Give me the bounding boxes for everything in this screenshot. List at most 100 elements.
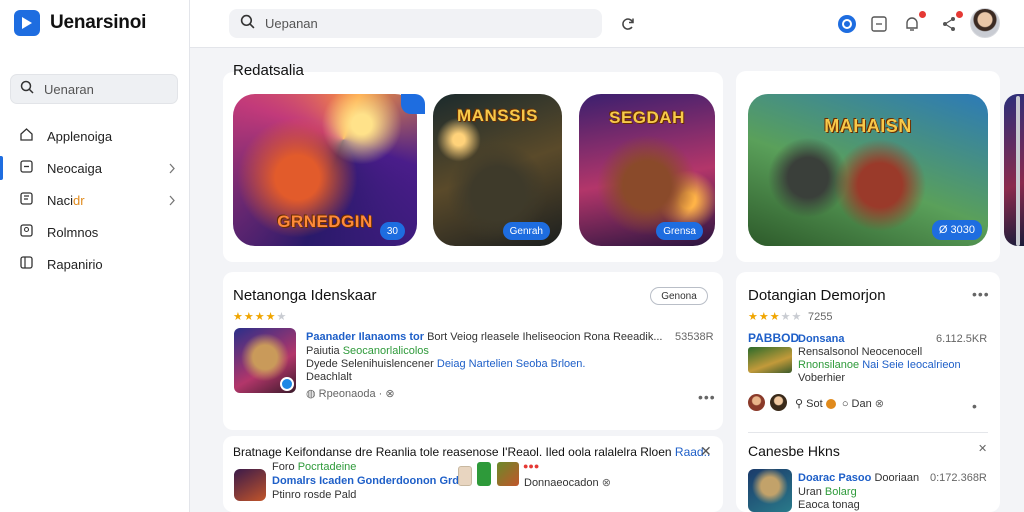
category-link[interactable]: Rnonsilanoe [798, 359, 859, 371]
detail-link[interactable]: Nai Seie Ieocalrieon [862, 359, 960, 371]
list-item-meta: ◍ Rpeonaoda · ⊗ [306, 387, 395, 400]
rating-count: 7255 [808, 311, 833, 323]
list-item-line: Eaoca tonag [798, 499, 860, 511]
avatar[interactable] [970, 8, 1000, 38]
featured-game-tile[interactable]: MAHAISN Ø 3030 [748, 94, 988, 246]
home-icon [19, 127, 34, 145]
sidebar-search-input[interactable] [44, 81, 164, 97]
section-title: Redatsalia [233, 62, 304, 79]
share-icon[interactable] [938, 10, 964, 35]
app-name[interactable]: Domalrs Icaden Gonderdoonon Grda [272, 475, 465, 487]
list-item-meta: ⚲ Sot ○ Dan ⊗ [795, 397, 884, 410]
search-icon [20, 80, 34, 99]
app-thumbnail[interactable] [748, 347, 792, 373]
message-icon[interactable] [868, 13, 890, 35]
top-bar [190, 0, 1024, 48]
sidebar-item-rolmnos[interactable]: Rolmnos [0, 216, 190, 248]
scrollbar-thumb[interactable] [1016, 96, 1020, 246]
filter-button[interactable]: Genona [650, 287, 708, 305]
app-thumbnail[interactable] [748, 469, 792, 512]
app-name[interactable]: Donsana [798, 333, 844, 345]
text-part: Dyede Selenihuislencener [306, 358, 434, 370]
people-icon [19, 223, 34, 241]
app-thumbnail[interactable] [234, 328, 296, 393]
corner-flag [401, 94, 425, 114]
library-icon [19, 255, 34, 273]
text-part: Paiutia [306, 345, 340, 357]
card-title: Netanonga Idenskaar [233, 287, 377, 304]
game-tile[interactable]: GRNEDGIN 30 [233, 94, 417, 246]
mini-thumbnail[interactable] [477, 462, 491, 486]
badge-text: Genrah [509, 225, 543, 237]
card-title: Dotangian Demorjon [748, 287, 886, 304]
avatar[interactable] [770, 394, 787, 411]
sidebar-item-applenoiga[interactable]: Applenoiga [0, 120, 190, 152]
refresh-icon[interactable] [617, 13, 639, 35]
sidebar-item-rapanirio[interactable]: Rapanirio [0, 248, 190, 280]
more-options-icon[interactable]: • [972, 398, 978, 414]
sidebar: Uenarsinoi Applenoiga Neocaiga [0, 0, 190, 512]
list-item-line: Rnonsilanoe Nai Seie Ieocalrieon [798, 359, 961, 371]
globe-icon: ◍ [306, 388, 316, 400]
text-part: Foro [272, 461, 295, 473]
list-item-line: Paanader Ilanaoms tor Bort Veiog rleasel… [306, 331, 662, 343]
app-thumbnail[interactable] [234, 469, 266, 501]
card-title: Canesbe Hkns [748, 443, 840, 459]
game-badge: Grensa [656, 222, 703, 240]
game-tile[interactable]: MANSSIS Genrah [433, 94, 562, 246]
more-options-icon[interactable]: ••• [698, 389, 716, 405]
header-search-input[interactable] [265, 16, 565, 31]
app-name[interactable]: Doarac Pasoo [798, 472, 871, 484]
meta-text: Donnaeocadon [524, 477, 599, 489]
verified-icon [280, 377, 294, 391]
detail-link[interactable]: Deiag Nartelien Seoba Brloen. [437, 358, 586, 370]
category-link[interactable]: Pocrtadeine [298, 461, 357, 473]
link-icon: ⊗ [601, 477, 611, 489]
list-item-line: Dyede Selenihuislencener Deiag Nartelien… [306, 358, 585, 370]
badge-text: 30 [386, 225, 398, 237]
close-icon[interactable]: ✕ [978, 442, 987, 455]
sidebar-item-label: Rolmnos [47, 224, 99, 240]
search-icon [240, 14, 255, 34]
game-tile[interactable]: SEGDAH Grensa [579, 94, 715, 246]
status-dot [825, 399, 836, 410]
sidebar-item-nacidr[interactable]: Nacidr [0, 184, 190, 216]
notification-badge [955, 10, 964, 19]
list-item-line: Uran Bolarg [798, 486, 857, 498]
close-icon[interactable]: ✕ [700, 443, 712, 460]
app-name[interactable]: Paanader Ilanaoms tor [306, 331, 424, 343]
comment-icon: ○ [841, 398, 849, 410]
grid-icon [19, 159, 34, 177]
notification-badge [918, 10, 927, 19]
game-title: MAHAISN [824, 116, 912, 136]
list-item-line: Ptinro rosde Pald [272, 489, 357, 501]
chevron-right-icon [168, 162, 176, 177]
carousel-next-peek[interactable] [1004, 94, 1024, 246]
avatar[interactable] [748, 394, 765, 411]
category-link[interactable]: Bolarg [825, 486, 857, 498]
sidebar-item-neocaiga[interactable]: Neocaiga [0, 152, 190, 184]
category-link[interactable]: Seocanorlalicolos [343, 345, 429, 357]
app-description: Bort Veiog rleasele Iheliseocion Rona Re… [427, 331, 663, 343]
sidebar-search[interactable] [10, 74, 178, 104]
link-icon: ⊗ [385, 388, 395, 400]
sidebar-item-label: Nacidr [47, 193, 85, 208]
list-item-line: Paiutia Seocanorlalicolos [306, 345, 429, 357]
mini-thumbnail[interactable] [458, 466, 472, 486]
app-size: 53538R [675, 331, 714, 343]
header-search[interactable] [229, 9, 602, 38]
bookmark-icon [19, 191, 34, 209]
bell-icon[interactable] [901, 10, 927, 35]
game-badge: Genrah [502, 222, 550, 240]
rating-stars: ★★★★★ [748, 311, 803, 323]
brand[interactable]: Uenarsinoi [14, 10, 146, 36]
info-icon: · [378, 388, 383, 400]
app-size: 6.112.5KR [936, 333, 988, 345]
account-circle-icon[interactable] [836, 13, 858, 35]
meta-text: Rpeonaoda [318, 388, 376, 400]
list-item-line: Voberhier [798, 372, 846, 384]
mini-thumbnail[interactable] [497, 462, 519, 486]
location-icon: ⚲ [795, 398, 804, 410]
more-options-icon[interactable]: ••• [972, 286, 990, 302]
list-item-line: Rensalsonol Neocenocell [798, 346, 923, 358]
